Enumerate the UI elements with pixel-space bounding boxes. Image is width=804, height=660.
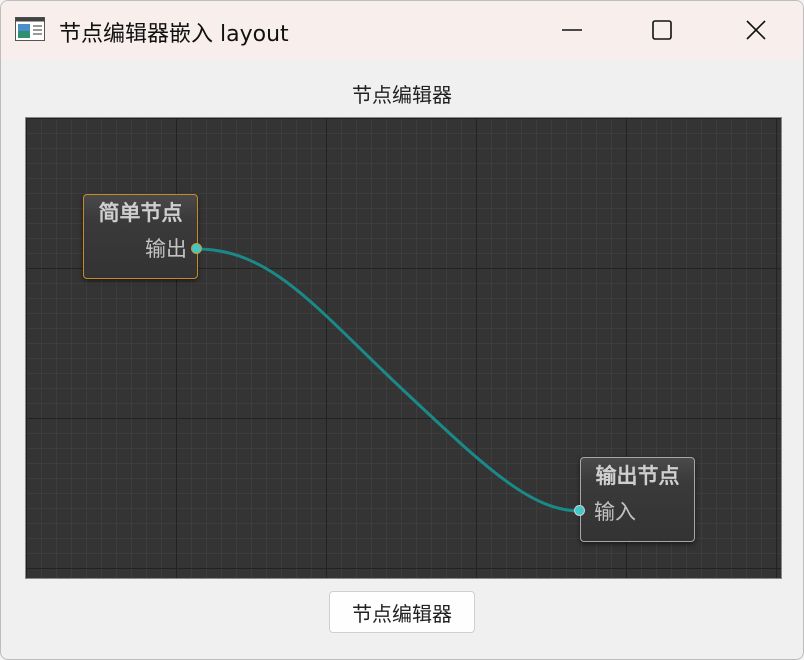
node-editor-button[interactable]: 节点编辑器 <box>329 591 475 633</box>
node-connection[interactable] <box>196 247 581 513</box>
title-bar[interactable]: 节点编辑器嵌入 layout <box>1 1 803 59</box>
output-port[interactable] <box>191 243 202 254</box>
maximize-icon <box>652 20 672 40</box>
window-title: 节点编辑器嵌入 layout <box>59 22 289 47</box>
port-label-output: 输出 <box>145 237 187 261</box>
close-icon <box>746 20 766 40</box>
close-button[interactable] <box>721 1 791 59</box>
node-title: 简单节点 <box>98 200 183 225</box>
minimize-icon <box>562 29 582 31</box>
app-window: 节点编辑器嵌入 layout 节点编辑器 简单节点 输出 输出节点 输入 节点编… <box>0 0 804 660</box>
editor-label: 节点编辑器 <box>352 83 452 107</box>
node-title: 输出节点 <box>595 463 680 488</box>
node-editor-canvas[interactable]: 简单节点 输出 输出节点 输入 <box>25 117 782 579</box>
minimize-button[interactable] <box>537 1 607 59</box>
port-label-input: 输入 <box>594 500 636 524</box>
maximize-button[interactable] <box>627 1 697 59</box>
input-port[interactable] <box>574 505 585 516</box>
app-icon <box>15 17 45 41</box>
node-output[interactable]: 输出节点 输入 <box>580 457 695 542</box>
node-simple[interactable]: 简单节点 输出 <box>83 194 198 279</box>
